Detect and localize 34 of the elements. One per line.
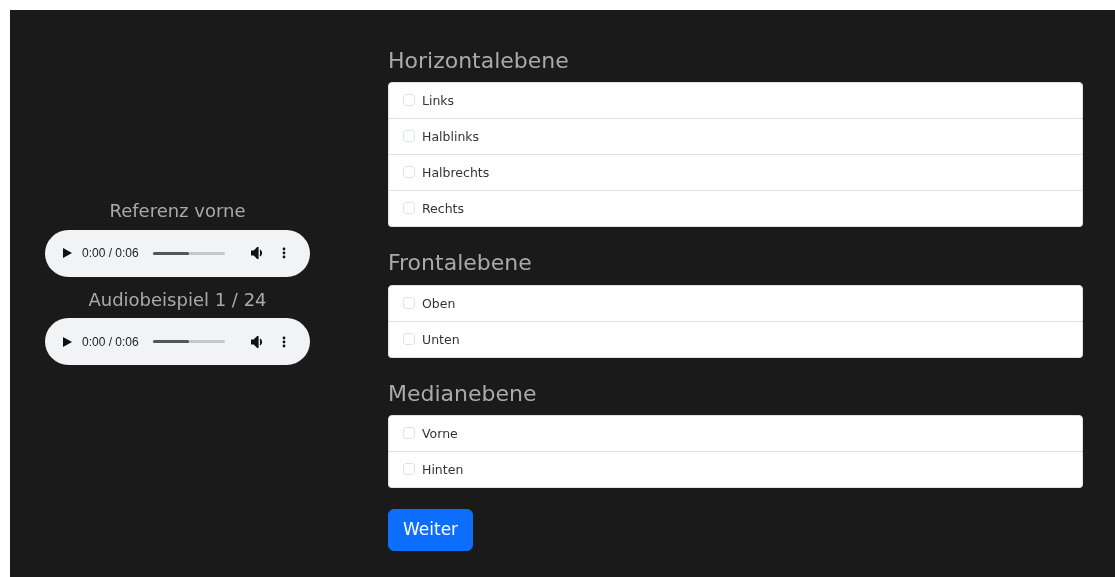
seek-bar[interactable] <box>152 340 225 344</box>
checkbox[interactable] <box>403 202 415 215</box>
more-icon[interactable] <box>281 247 286 259</box>
volume-icon[interactable] <box>250 247 264 259</box>
time-display: 0:00 / 0:06 <box>82 245 139 262</box>
play-icon[interactable] <box>63 248 72 258</box>
volume-icon[interactable] <box>250 335 264 348</box>
checkbox-label[interactable]: Halbrechts <box>422 165 490 181</box>
checkbox[interactable] <box>403 463 415 476</box>
checkbox-label[interactable]: Rechts <box>422 201 465 217</box>
checkbox-label[interactable]: Hinten <box>422 462 464 478</box>
checkbox[interactable] <box>403 130 415 143</box>
section-heading: Medianebene <box>388 380 538 408</box>
play-icon[interactable] <box>63 336 72 347</box>
checkbox[interactable] <box>403 94 415 107</box>
time-display: 0:00 / 0:06 <box>82 333 139 351</box>
more-icon[interactable] <box>281 335 286 348</box>
audio-player[interactable]: 0:00 / 0:06 <box>45 229 310 277</box>
checkbox[interactable] <box>403 332 415 345</box>
checkbox[interactable] <box>403 296 415 309</box>
audio-player[interactable]: 0:00 / 0:06 <box>45 318 310 366</box>
checkbox-label[interactable]: Vorne <box>422 426 458 442</box>
checkbox-label[interactable]: Halblinks <box>422 129 480 145</box>
section-heading: Frontalebene <box>388 250 533 277</box>
checkbox-label[interactable]: Unten <box>422 331 460 347</box>
section-heading: Horizontalebene <box>388 48 570 75</box>
audio-title: Referenz vorne <box>109 199 246 222</box>
next-button[interactable]: Weiter <box>388 509 474 551</box>
checkbox-label[interactable]: Oben <box>422 295 456 311</box>
seek-bar[interactable] <box>152 251 225 255</box>
audio-title: Audiobeispiel 1 / 24 <box>88 288 267 311</box>
checkbox-label[interactable]: Links <box>422 93 455 109</box>
checkbox[interactable] <box>403 427 415 440</box>
checkbox[interactable] <box>403 166 415 179</box>
